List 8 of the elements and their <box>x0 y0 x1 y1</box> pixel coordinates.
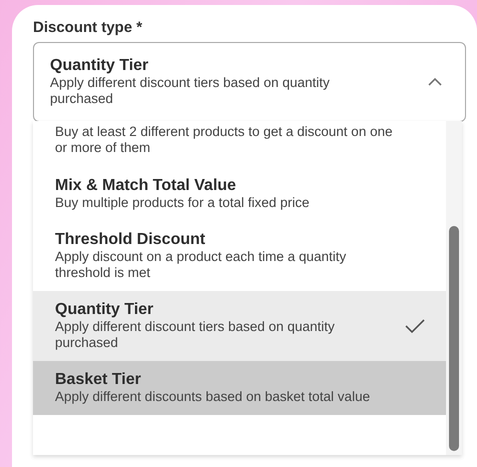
dropdown-option[interactable]: Quantity Tier Apply different discount tiers based on quantity purchased <box>33 291 446 361</box>
selected-value-description: Apply different discount tiers based on quantity purchased <box>50 75 331 107</box>
field-label: Discount type * <box>33 19 142 36</box>
scrollbar-thumb[interactable] <box>449 226 459 451</box>
dropdown-option[interactable]: Buy at least 2 different products to get a discount on one or more of them <box>33 121 446 167</box>
selected-value-title: Quantity Tier <box>50 57 150 75</box>
dropdown-option[interactable]: Basket Tier Apply different discounts based on basket total value <box>33 361 446 415</box>
checkmark-icon <box>404 318 426 334</box>
